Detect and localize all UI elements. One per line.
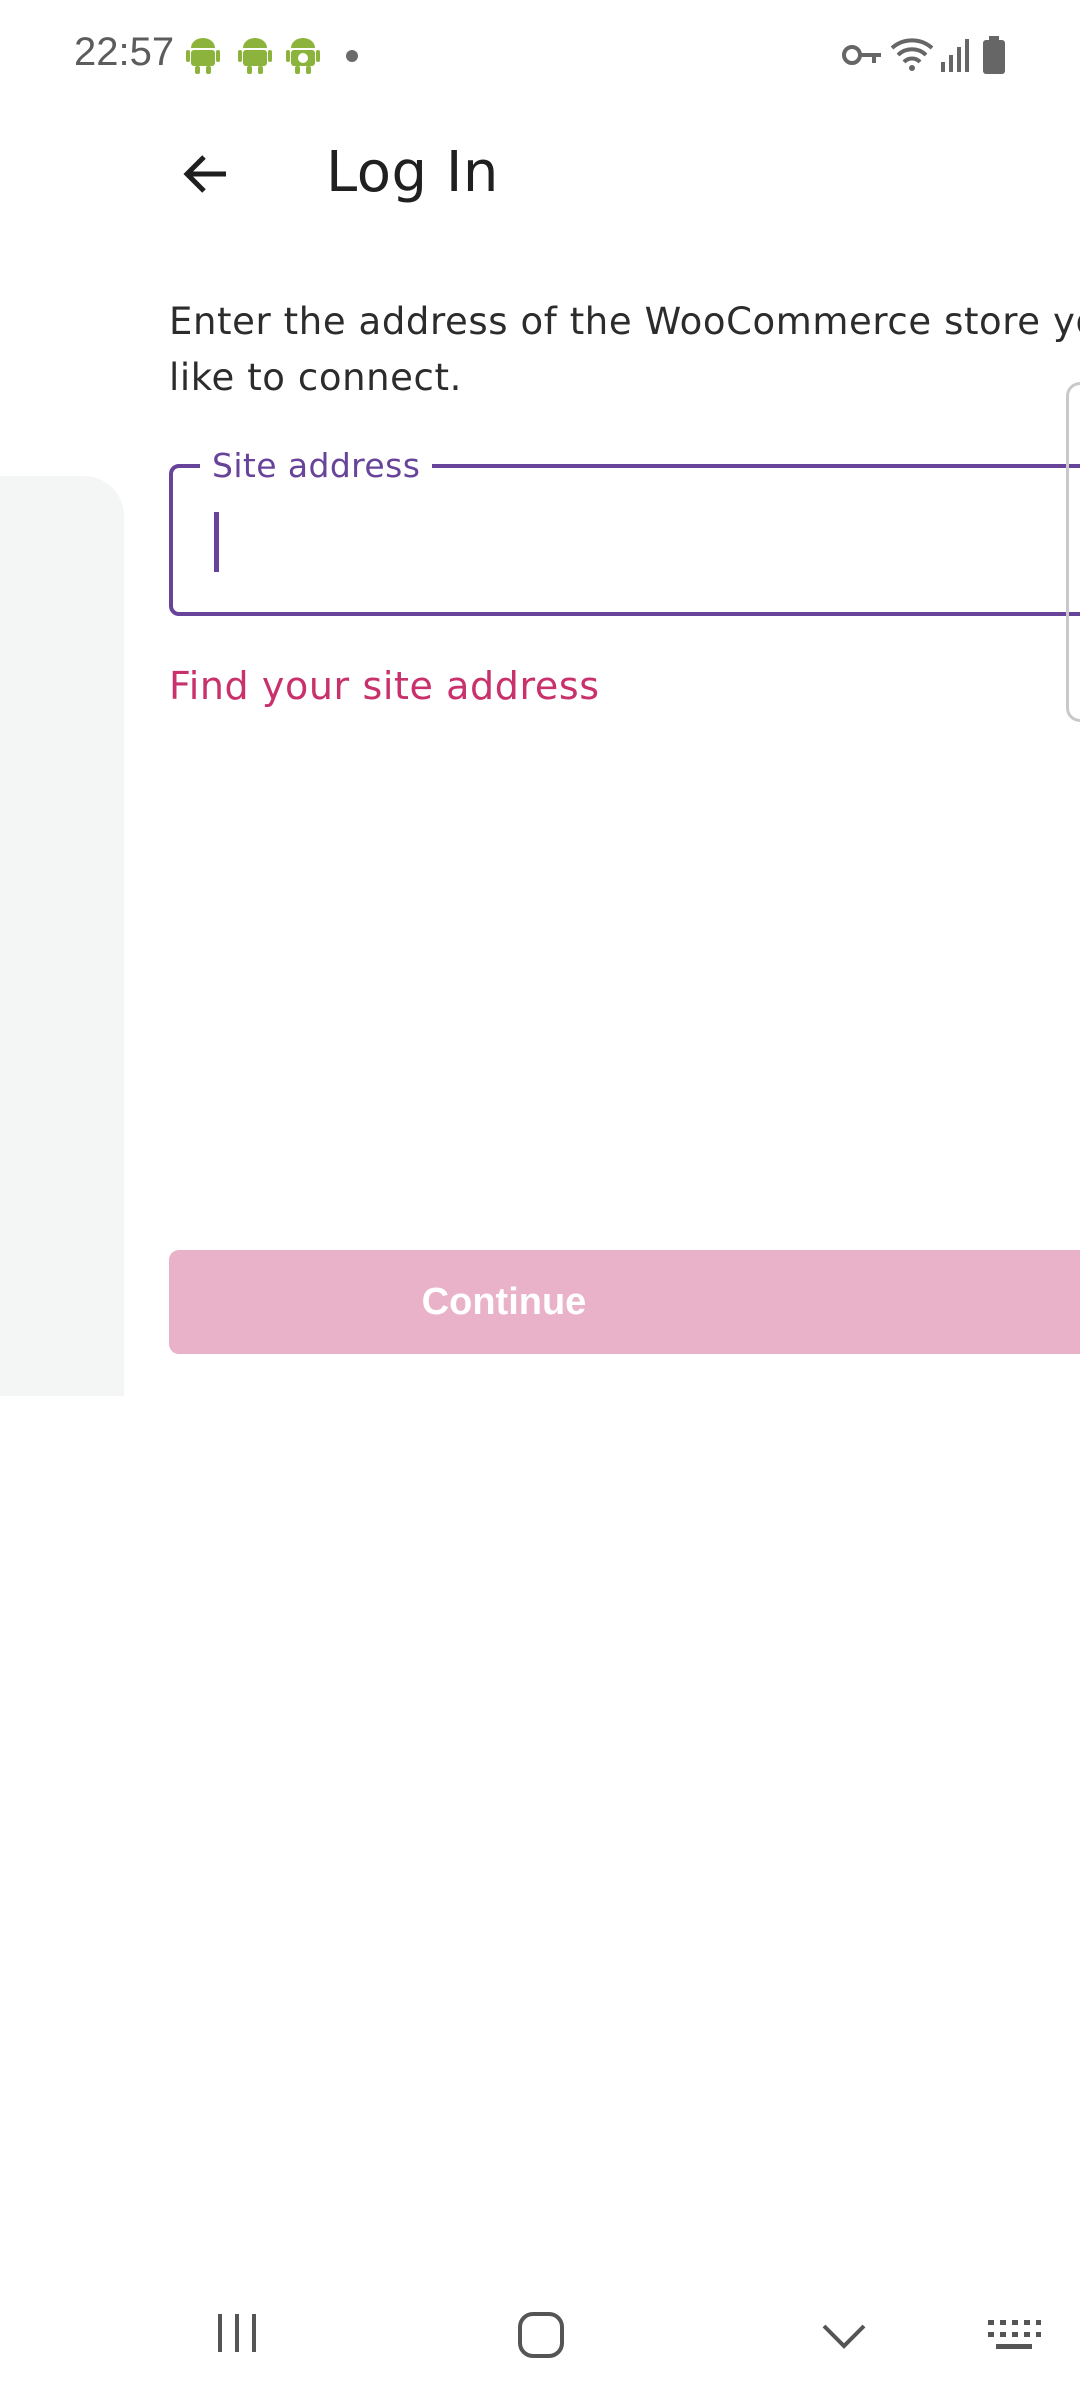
home-icon	[518, 2312, 564, 2358]
instructions-text: Enter the address of the WooCommerce sto…	[169, 294, 1080, 406]
arrow-left-icon	[183, 155, 226, 193]
key-icon	[842, 45, 881, 65]
status-time: 22:57	[74, 30, 175, 74]
back-button[interactable]	[176, 144, 236, 204]
recents-icon	[218, 2314, 256, 2352]
back-chevron-icon	[822, 2324, 866, 2349]
instructions-line-1: Enter the address of the WooCommerce sto…	[169, 300, 1080, 343]
instructions-line-2: like to connect.	[169, 356, 462, 399]
text-cursor	[214, 512, 219, 572]
keyboard-button[interactable]	[986, 2318, 1042, 2357]
battery-icon	[983, 36, 1005, 74]
home-button[interactable]	[516, 2310, 566, 2365]
side-panel	[0, 476, 124, 1396]
site-address-field[interactable]	[169, 464, 1080, 616]
site-address-input[interactable]	[213, 504, 1077, 576]
status-bar: 22:57	[0, 0, 1080, 110]
signal-icon	[941, 39, 969, 72]
site-address-label: Site address	[200, 446, 433, 485]
keyboard-icon	[988, 2320, 1041, 2349]
find-site-address-link[interactable]: Find your site address	[169, 664, 600, 708]
navigation-bar	[0, 2290, 1080, 2400]
back-nav-button[interactable]	[820, 2318, 868, 2357]
android-badge-icon	[286, 38, 320, 74]
wifi-icon	[890, 38, 934, 71]
android-icon	[238, 38, 272, 74]
side-tab-handle[interactable]	[1066, 382, 1080, 722]
continue-button[interactable]: Continue	[169, 1250, 1080, 1354]
continue-button-label: Continue	[421, 1280, 587, 1323]
recents-button[interactable]	[214, 2310, 260, 2361]
android-icon	[186, 38, 220, 74]
page-title: Log In	[326, 140, 499, 205]
dot-icon	[346, 50, 358, 62]
